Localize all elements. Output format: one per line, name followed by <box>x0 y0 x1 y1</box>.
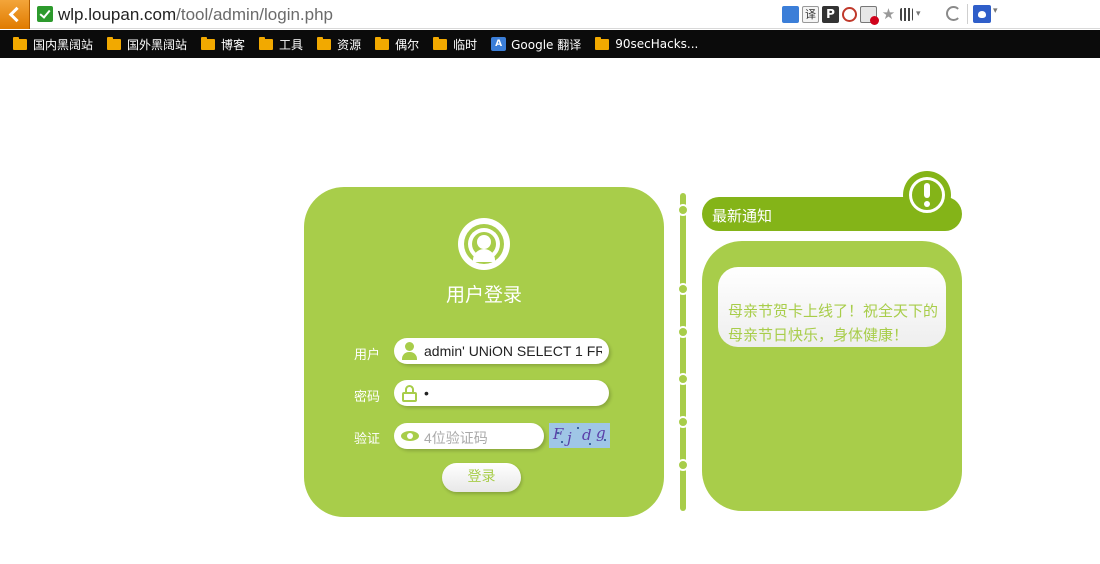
google-translate-icon: A <box>491 37 507 51</box>
user-icon <box>401 342 418 360</box>
translate-yi-icon[interactable]: 译 <box>802 6 819 23</box>
bookmark-label: 博客 <box>221 37 246 52</box>
bookmark-label: 90secHacks... <box>615 37 699 51</box>
lock-icon <box>401 384 418 402</box>
toolbar-separator <box>967 4 968 24</box>
divider-dot <box>677 459 689 471</box>
block-extension-icon[interactable] <box>860 6 879 25</box>
qr-code-icon[interactable] <box>900 8 913 21</box>
login-title: 用户登录 <box>445 284 522 306</box>
folder-icon <box>201 36 216 50</box>
bookmark-item[interactable]: 临时 <box>433 36 477 53</box>
back-button[interactable] <box>0 0 30 29</box>
bookmark-label: 国内黑阔站 <box>33 37 94 52</box>
password-label: 密码 <box>354 390 381 405</box>
bookmark-label: 国外黑阔站 <box>127 37 188 52</box>
bookmark-item[interactable]: 国外黑阔站 <box>107 36 187 53</box>
notice-text: 母亲节贺卡上线了！祝全天下的母亲节日快乐，身体健康！ <box>728 302 939 344</box>
bookmarks-bar: 国内黑阔站 国外黑阔站 博客 工具 资源 偶尔 临时 A Google 翻译 90… <box>0 30 1100 58</box>
bookmark-item[interactable]: 国内黑阔站 <box>13 36 93 53</box>
captcha-char: j <box>567 429 572 447</box>
bookmark-item[interactable]: 资源 <box>317 36 361 53</box>
url-path: /tool/admin/login.php <box>176 5 334 24</box>
user-logo-icon <box>458 218 510 270</box>
folder-icon <box>317 36 332 50</box>
folder-icon <box>595 36 610 50</box>
chevron-down-icon[interactable]: ▾ <box>916 6 925 23</box>
bookmark-label: 偶尔 <box>395 37 420 52</box>
divider-dot <box>677 283 689 295</box>
folder-icon <box>433 36 448 50</box>
folder-icon <box>107 36 122 50</box>
bookmark-item[interactable]: 偶尔 <box>375 36 419 53</box>
username-input[interactable]: admin' UNiON SELECT 1 FR <box>394 338 609 364</box>
password-value: • <box>424 385 429 401</box>
bookmark-label: 工具 <box>279 37 304 52</box>
divider-dot <box>677 373 689 385</box>
search-engine-icon[interactable] <box>973 5 991 23</box>
login-panel: 用户登录 用户 admin' UNiON SELECT 1 FR 密码 • 验证… <box>304 187 664 517</box>
login-button[interactable]: 登录 <box>442 463 521 492</box>
folder-icon <box>259 36 274 50</box>
captcha-char: d <box>582 426 592 444</box>
notice-box: 母亲节贺卡上线了！祝全天下的母亲节日快乐，身体健康！ <box>718 267 946 347</box>
bookmark-label: 临时 <box>453 37 478 52</box>
bookmark-item[interactable]: A Google 翻译 <box>491 36 581 53</box>
extension-icons: 译 P ★ ▾ <box>782 5 925 25</box>
notice-panel: 母亲节贺卡上线了！祝全天下的母亲节日快乐，身体健康！ <box>702 241 962 511</box>
url-host: wlp.loupan.com <box>58 5 177 24</box>
eye-icon <box>401 427 419 445</box>
search-engine-dropdown-icon[interactable]: ▾ <box>993 6 998 16</box>
bookmark-star-icon[interactable]: ★ <box>880 6 897 23</box>
username-label: 用户 <box>354 348 381 363</box>
captcha-image[interactable]: F j d g <box>549 423 610 448</box>
bookmark-item[interactable]: 工具 <box>259 36 303 53</box>
address-bar: wlp.loupan.com/tool/admin/login.php 译 P … <box>0 0 1100 29</box>
reload-icon[interactable] <box>946 6 961 21</box>
divider-dot <box>677 326 689 338</box>
bookmark-item[interactable]: 博客 <box>201 36 245 53</box>
bookmark-label: 资源 <box>337 37 362 52</box>
alert-icon <box>903 171 951 219</box>
link-extension-icon[interactable] <box>842 7 857 22</box>
url-field[interactable]: wlp.loupan.com/tool/admin/login.php <box>58 4 333 25</box>
translate-icon[interactable] <box>782 6 799 23</box>
p-extension-icon[interactable]: P <box>822 6 839 23</box>
bookmark-item[interactable]: 90secHacks... <box>595 36 699 51</box>
folder-icon <box>13 36 27 50</box>
captcha-label: 验证 <box>354 432 381 447</box>
notice-title: 最新通知 <box>712 207 773 225</box>
secure-check-icon[interactable] <box>37 6 53 22</box>
divider-dot <box>677 416 689 428</box>
divider-dot <box>677 204 689 216</box>
password-input[interactable]: • <box>394 380 609 406</box>
captcha-placeholder: 4位验证码 <box>424 430 488 446</box>
bookmark-label: Google 翻译 <box>511 37 582 52</box>
captcha-input[interactable]: 4位验证码 <box>394 423 544 449</box>
folder-icon <box>375 36 390 50</box>
username-value: admin' UNiON SELECT 1 FR <box>424 343 602 359</box>
